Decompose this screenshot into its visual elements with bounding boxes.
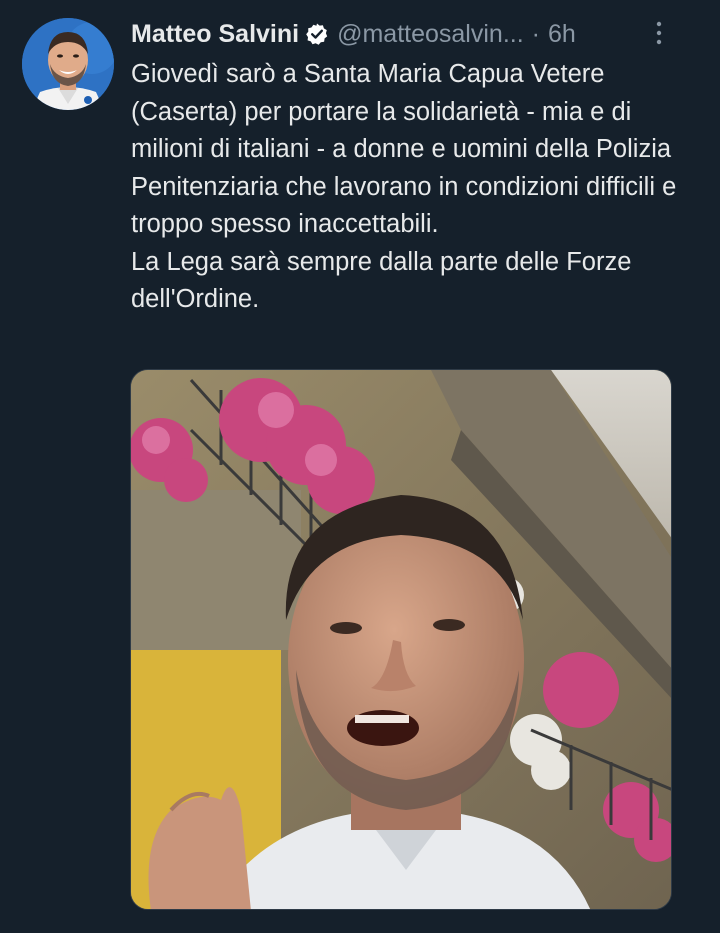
separator-dot: ·	[531, 19, 540, 48]
avatar[interactable]	[22, 18, 114, 110]
timestamp[interactable]: 6h	[548, 20, 576, 49]
display-name[interactable]: Matteo Salvini	[131, 20, 299, 49]
tweet-video-thumbnail[interactable]	[130, 369, 672, 910]
tweet-header: Matteo Salvini @matteosalvin... · 6h	[131, 16, 691, 52]
tweet-actions-partial	[130, 918, 672, 933]
verified-badge-icon	[305, 22, 329, 46]
vertical-dots-icon[interactable]	[650, 20, 668, 46]
tweet-text: Giovedì sarò a Santa Maria Capua Vetere …	[131, 60, 677, 313]
tweet[interactable]: Matteo Salvini @matteosalvin... · 6h Gio…	[0, 0, 720, 933]
user-handle[interactable]: @matteosalvin...	[337, 20, 524, 49]
